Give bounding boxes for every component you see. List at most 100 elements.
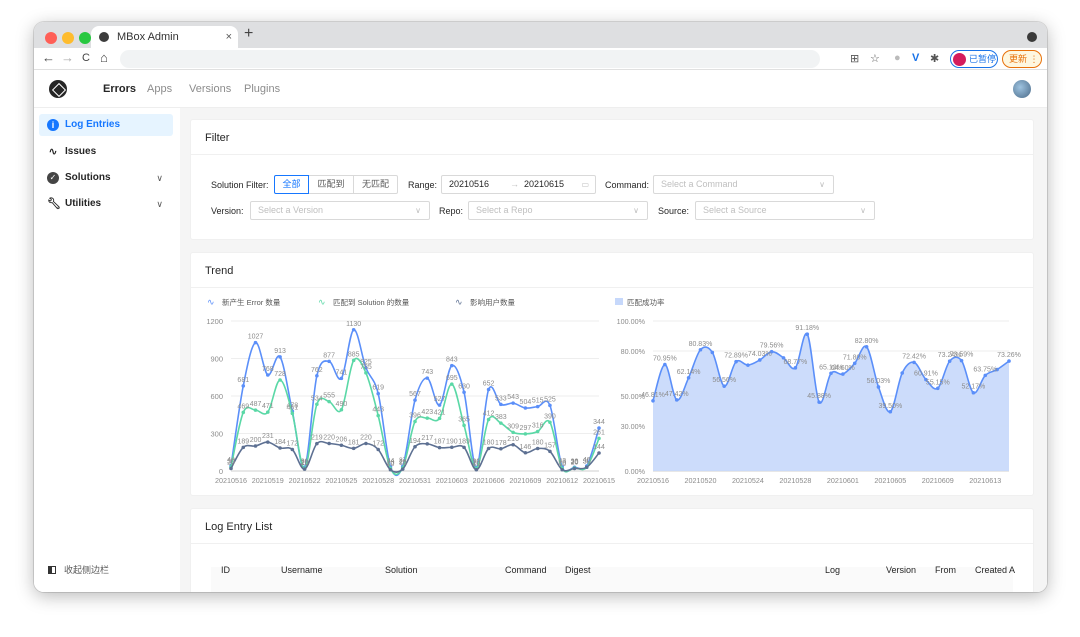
data-point	[413, 444, 417, 449]
data-label: 504	[520, 399, 532, 406]
data-point	[535, 446, 540, 451]
data-point	[437, 445, 442, 450]
solution-option-unmatched[interactable]: 无匹配	[353, 175, 398, 194]
home-icon[interactable]: ⌂	[100, 50, 108, 65]
data-label: 206	[336, 436, 348, 443]
sidebar-item-utilities[interactable]: 🔧︎ Utilities ∨	[39, 193, 173, 215]
bookmark-star-icon[interactable]: ☆	[870, 52, 880, 65]
command-label: Command:	[605, 180, 650, 190]
data-label: 180	[483, 440, 495, 447]
data-point	[290, 411, 295, 416]
data-point	[425, 442, 430, 446]
command-select[interactable]: Select a Command ∨	[653, 175, 834, 194]
address-bar[interactable]	[120, 50, 820, 68]
x-tick-label: 20210528	[779, 476, 811, 485]
collapse-sidebar-button[interactable]: 收起侧边栏	[48, 563, 109, 576]
data-label: 194	[409, 438, 421, 445]
data-label: 74.03%	[748, 351, 772, 358]
nav-versions[interactable]: Versions	[189, 83, 231, 95]
data-point	[302, 467, 307, 471]
data-label: 30	[583, 458, 591, 465]
x-tick-label: 20210528	[362, 476, 394, 485]
data-point	[535, 429, 540, 434]
data-label: 39.50%	[878, 403, 902, 410]
x-tick-label: 20210606	[473, 476, 505, 485]
data-point	[523, 406, 528, 410]
forward-icon[interactable]: →	[61, 50, 74, 65]
maximize-window-button[interactable]	[79, 32, 91, 44]
y-tick-label: 900	[210, 355, 223, 364]
data-point	[278, 378, 282, 382]
range-end[interactable]: 20210615	[524, 176, 564, 193]
data-label: 443	[372, 407, 384, 414]
extension-icon[interactable]	[1027, 32, 1037, 42]
column-log[interactable]: Log	[825, 565, 840, 575]
sidebar-item-log-entries[interactable]: i Log Entries	[39, 114, 173, 136]
collapse-label: 收起侧边栏	[64, 565, 110, 575]
column-command[interactable]: Command	[505, 565, 547, 575]
column-from[interactable]: From	[935, 565, 956, 575]
data-label: 630	[458, 383, 470, 390]
data-label: 189	[237, 438, 249, 445]
column-solution[interactable]: Solution	[385, 565, 418, 575]
data-point	[266, 373, 270, 377]
y-tick-label: 600	[210, 392, 223, 401]
data-label: 555	[323, 393, 335, 400]
data-point	[278, 355, 282, 359]
sidebar-item-issues[interactable]: ∿ Issues	[39, 141, 173, 163]
data-label: 217	[421, 435, 433, 442]
x-tick-label: 20210601	[827, 476, 859, 485]
back-icon[interactable]: ←	[42, 50, 55, 65]
data-point	[364, 441, 368, 446]
close-tab-icon[interactable]: ×	[226, 26, 232, 48]
vue-extension-icon[interactable]: V	[912, 52, 919, 64]
nav-apps[interactable]: Apps	[147, 83, 172, 95]
browser-tab[interactable]: MBox Admin ×	[91, 26, 238, 48]
range-start[interactable]: 20210516	[449, 176, 489, 193]
column-username[interactable]: Username	[281, 565, 323, 575]
close-window-button[interactable]	[45, 32, 57, 44]
data-point	[376, 413, 380, 418]
nav-plugins[interactable]: Plugins	[244, 83, 280, 95]
column-digest[interactable]: Digest	[565, 565, 591, 575]
data-label: 73.59%	[950, 352, 974, 359]
x-tick-label: 20210516	[637, 476, 669, 485]
data-label: 383	[495, 414, 507, 421]
sidebar-item-label: Solutions	[65, 172, 111, 183]
sidebar-item-solutions[interactable]: ✓ Solutions ∨	[39, 167, 173, 189]
update-button[interactable]: 更新 ⋮	[1002, 50, 1042, 68]
profile-paused-button[interactable]: 已暂停	[950, 50, 998, 68]
data-label: 762	[311, 367, 323, 374]
puzzle-icon[interactable]: ✱	[930, 52, 939, 65]
data-point	[971, 390, 976, 395]
user-avatar[interactable]	[1013, 80, 1031, 98]
solution-option-all[interactable]: 全部	[274, 175, 309, 194]
data-label: 82.80%	[855, 338, 879, 345]
date-range-picker[interactable]: 20210516 → 20210615 ▭	[441, 175, 596, 194]
mbox-logo[interactable]	[49, 80, 67, 98]
y-tick-label: 0.00%	[625, 467, 646, 476]
source-select[interactable]: Select a Source ∨	[695, 201, 875, 220]
minimize-window-button[interactable]	[62, 32, 74, 44]
column-id[interactable]: ID	[221, 565, 230, 575]
data-point	[266, 440, 270, 444]
data-label: 47.42%	[665, 391, 689, 398]
data-label: 695	[446, 375, 458, 382]
data-label: 187	[434, 439, 446, 446]
version-select[interactable]: Select a Version ∨	[250, 201, 430, 220]
column-version[interactable]: Version	[886, 565, 916, 575]
data-label: 843	[446, 357, 458, 364]
extension-circle-icon[interactable]: ●	[894, 52, 901, 64]
y-tick-label: 0	[219, 467, 223, 476]
repo-select[interactable]: Select a Repo ∨	[468, 201, 648, 220]
data-label: 309	[507, 423, 519, 430]
reload-icon[interactable]: C	[82, 52, 90, 64]
column-created-at[interactable]: Created A	[975, 565, 1015, 575]
solution-option-matched[interactable]: 匹配到	[308, 175, 354, 194]
data-label: 461	[286, 404, 298, 411]
new-tab-button[interactable]: +	[244, 25, 253, 43]
data-point	[486, 417, 491, 422]
nav-errors[interactable]: Errors	[103, 83, 136, 95]
translate-icon[interactable]: ⊞	[850, 52, 859, 65]
data-point	[817, 400, 821, 404]
